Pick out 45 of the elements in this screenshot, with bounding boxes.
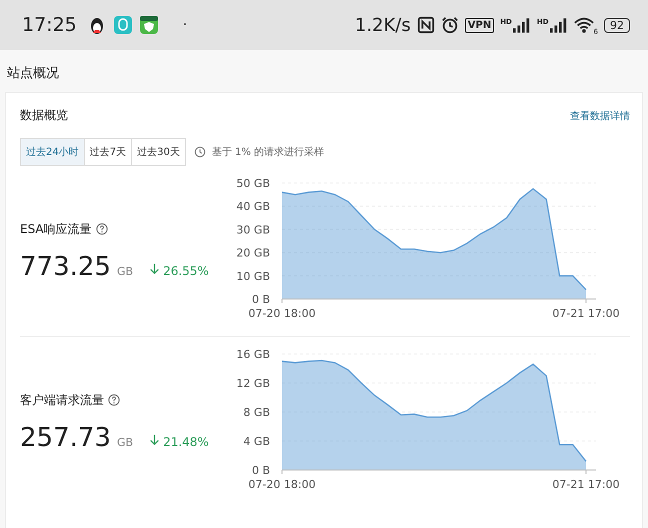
vpn-badge: VPN: [464, 18, 494, 32]
wifi-icon: [574, 16, 594, 34]
help-icon[interactable]: [108, 394, 120, 406]
y-axis-label: 8 GB: [243, 406, 270, 419]
card-title: 数据概览: [20, 107, 68, 124]
y-axis-label: 12 GB: [236, 377, 270, 390]
metric-label: ESA响应流量: [20, 220, 92, 238]
range-tab[interactable]: 过去24小时: [21, 139, 84, 165]
signal-icon: [512, 18, 531, 32]
metric-value: 773.25: [20, 252, 111, 282]
metric-value: 257.73: [20, 422, 111, 452]
x-axis-label: 07-20 18:00: [248, 307, 316, 320]
metric-unit: GB: [116, 436, 134, 448]
status-dot: ·: [182, 17, 188, 33]
page-title: 站点概况: [6, 65, 60, 83]
y-axis-label: 50 GB: [236, 177, 270, 190]
y-axis-label: 10 GB: [236, 270, 270, 283]
clock-icon: [194, 146, 206, 158]
metric-label: 客户端请求流量: [20, 392, 104, 408]
help-icon[interactable]: [96, 223, 108, 235]
change-percent: 21.48%: [163, 434, 209, 448]
sampling-note: 基于 1% 的请求进行采样: [212, 146, 324, 159]
x-axis-label: 07-21 17:00: [552, 307, 620, 320]
app-icon: [112, 15, 133, 35]
shield-app-icon: [138, 15, 159, 35]
y-axis-label: 20 GB: [236, 246, 270, 260]
signal-icon: [550, 18, 568, 32]
network-speed: 1.2K/s: [354, 14, 411, 36]
down-arrow-icon: [149, 262, 160, 274]
nfc-icon: [416, 16, 435, 34]
view-details-link[interactable]: 查看数据详情: [570, 108, 630, 122]
y-axis-label: 40 GB: [236, 200, 270, 214]
y-axis-label: 4 GB: [243, 435, 270, 448]
change-percent: 26.55%: [163, 264, 209, 278]
y-axis-label: 0 B: [252, 293, 270, 306]
y-axis-label: 30 GB: [236, 223, 270, 236]
y-axis-label: 16 GB: [236, 348, 270, 361]
x-axis-label: 07-21 17:00: [552, 478, 620, 491]
alarm-clock-icon: [440, 16, 459, 34]
status-time: 17:25: [22, 14, 77, 36]
battery-indicator: 92: [604, 18, 630, 32]
metric-unit: GB: [116, 264, 134, 278]
y-axis-label: 0 B: [252, 464, 270, 477]
x-axis-label: 07-20 18:00: [248, 478, 316, 491]
down-arrow-icon: [149, 434, 160, 446]
